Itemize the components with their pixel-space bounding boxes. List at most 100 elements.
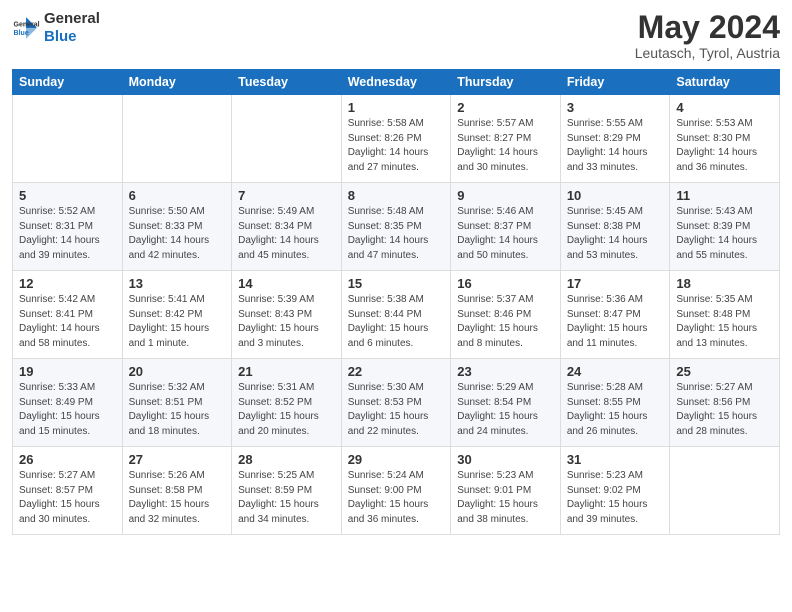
day-info: Sunrise: 5:58 AM Sunset: 8:26 PM Dayligh…	[348, 117, 445, 175]
calendar-cell: 31 Sunrise: 5:23 AM Sunset: 9:02 PM Dayli…	[560, 447, 670, 535]
day-number: 15	[348, 276, 445, 291]
day-number: 21	[238, 364, 335, 379]
day-number: 25	[676, 364, 773, 379]
day-number: 10	[567, 188, 664, 203]
title-block: May 2024 Leutasch, Tyrol, Austria	[635, 10, 780, 61]
day-info: Sunrise: 5:52 AM Sunset: 8:31 PM Dayligh…	[19, 205, 116, 263]
calendar-week-row: 26Sunrise: 5:27 AM Sunset: 8:57 PM Dayli…	[13, 447, 780, 535]
calendar-cell: 2 Sunrise: 5:57 AM Sunset: 8:27 PM Daylig…	[451, 95, 561, 183]
page-container: General Blue General Blue May 2024 Leuta…	[0, 0, 792, 545]
day-info: Sunrise: 5:55 AM Sunset: 8:29 PM Dayligh…	[567, 117, 664, 175]
day-number: 8	[348, 188, 445, 203]
logo: General Blue General Blue	[12, 10, 100, 46]
calendar-cell: 6 Sunrise: 5:50 AM Sunset: 8:33 PM Daylig…	[122, 183, 232, 271]
weekday-header-thursday: Thursday	[451, 70, 561, 95]
day-number: 22	[348, 364, 445, 379]
calendar-cell: 5 Sunrise: 5:52 AM Sunset: 8:31 PM Daylig…	[13, 183, 123, 271]
calendar-cell: 30 Sunrise: 5:23 AM Sunset: 9:01 PM Dayli…	[451, 447, 561, 535]
day-info: Sunrise: 5:35 AM Sunset: 8:48 PM Dayligh…	[676, 293, 773, 351]
calendar-cell	[122, 95, 232, 183]
day-number: 29	[348, 452, 445, 467]
day-number: 31	[567, 452, 664, 467]
calendar-cell: 19Sunrise: 5:33 AM Sunset: 8:49 PM Dayli…	[13, 359, 123, 447]
day-info: Sunrise: 5:33 AM Sunset: 8:49 PM Dayligh…	[19, 381, 116, 439]
svg-text:General: General	[14, 21, 40, 28]
day-info: Sunrise: 5:43 AM Sunset: 8:39 PM Dayligh…	[676, 205, 773, 263]
day-info: Sunrise: 5:42 AM Sunset: 8:41 PM Dayligh…	[19, 293, 116, 351]
calendar-cell: 11 Sunrise: 5:43 AM Sunset: 8:39 PM Dayli…	[670, 183, 780, 271]
calendar-cell: 18 Sunrise: 5:35 AM Sunset: 8:48 PM Dayli…	[670, 271, 780, 359]
day-number: 30	[457, 452, 554, 467]
calendar-cell: 4 Sunrise: 5:53 AM Sunset: 8:30 PM Daylig…	[670, 95, 780, 183]
day-info: Sunrise: 5:45 AM Sunset: 8:38 PM Dayligh…	[567, 205, 664, 263]
calendar-cell: 7Sunrise: 5:49 AM Sunset: 8:34 PM Daylig…	[232, 183, 342, 271]
day-number: 9	[457, 188, 554, 203]
logo-text: General Blue	[44, 10, 100, 46]
day-number: 20	[129, 364, 226, 379]
day-number: 2	[457, 100, 554, 115]
weekday-header-sunday: Sunday	[13, 70, 123, 95]
calendar-week-row: 12 Sunrise: 5:42 AM Sunset: 8:41 PM Dayli…	[13, 271, 780, 359]
day-info: Sunrise: 5:24 AM Sunset: 9:00 PM Dayligh…	[348, 469, 445, 527]
header: General Blue General Blue May 2024 Leuta…	[12, 10, 780, 61]
calendar-cell: 20 Sunrise: 5:32 AM Sunset: 8:51 PM Dayli…	[122, 359, 232, 447]
logo-icon: General Blue	[12, 14, 40, 42]
day-info: Sunrise: 5:46 AM Sunset: 8:37 PM Dayligh…	[457, 205, 554, 263]
calendar-week-row: 19Sunrise: 5:33 AM Sunset: 8:49 PM Dayli…	[13, 359, 780, 447]
day-info: Sunrise: 5:37 AM Sunset: 8:46 PM Dayligh…	[457, 293, 554, 351]
day-number: 17	[567, 276, 664, 291]
day-number: 12	[19, 276, 116, 291]
day-info: Sunrise: 5:50 AM Sunset: 8:33 PM Dayligh…	[129, 205, 226, 263]
weekday-header-wednesday: Wednesday	[341, 70, 451, 95]
day-info: Sunrise: 5:53 AM Sunset: 8:30 PM Dayligh…	[676, 117, 773, 175]
day-info: Sunrise: 5:26 AM Sunset: 8:58 PM Dayligh…	[129, 469, 226, 527]
day-info: Sunrise: 5:29 AM Sunset: 8:54 PM Dayligh…	[457, 381, 554, 439]
day-number: 5	[19, 188, 116, 203]
day-info: Sunrise: 5:48 AM Sunset: 8:35 PM Dayligh…	[348, 205, 445, 263]
calendar-cell: 3 Sunrise: 5:55 AM Sunset: 8:29 PM Daylig…	[560, 95, 670, 183]
svg-text:Blue: Blue	[14, 30, 29, 37]
day-number: 7	[238, 188, 335, 203]
calendar-cell: 23Sunrise: 5:29 AM Sunset: 8:54 PM Dayli…	[451, 359, 561, 447]
day-info: Sunrise: 5:57 AM Sunset: 8:27 PM Dayligh…	[457, 117, 554, 175]
calendar-week-row: 5 Sunrise: 5:52 AM Sunset: 8:31 PM Daylig…	[13, 183, 780, 271]
month-title: May 2024	[635, 10, 780, 45]
calendar-cell: 17Sunrise: 5:36 AM Sunset: 8:47 PM Dayli…	[560, 271, 670, 359]
calendar-cell: 13Sunrise: 5:41 AM Sunset: 8:42 PM Dayli…	[122, 271, 232, 359]
calendar-cell: 22Sunrise: 5:30 AM Sunset: 8:53 PM Dayli…	[341, 359, 451, 447]
calendar-cell: 16Sunrise: 5:37 AM Sunset: 8:46 PM Dayli…	[451, 271, 561, 359]
day-info: Sunrise: 5:23 AM Sunset: 9:02 PM Dayligh…	[567, 469, 664, 527]
day-info: Sunrise: 5:31 AM Sunset: 8:52 PM Dayligh…	[238, 381, 335, 439]
day-number: 14	[238, 276, 335, 291]
day-info: Sunrise: 5:39 AM Sunset: 8:43 PM Dayligh…	[238, 293, 335, 351]
calendar-cell: 8 Sunrise: 5:48 AM Sunset: 8:35 PM Daylig…	[341, 183, 451, 271]
day-info: Sunrise: 5:38 AM Sunset: 8:44 PM Dayligh…	[348, 293, 445, 351]
calendar-cell: 27 Sunrise: 5:26 AM Sunset: 8:58 PM Dayli…	[122, 447, 232, 535]
day-number: 11	[676, 188, 773, 203]
subtitle: Leutasch, Tyrol, Austria	[635, 45, 780, 61]
calendar-cell: 25 Sunrise: 5:27 AM Sunset: 8:56 PM Dayli…	[670, 359, 780, 447]
calendar-cell: 15 Sunrise: 5:38 AM Sunset: 8:44 PM Dayli…	[341, 271, 451, 359]
calendar-cell: 12 Sunrise: 5:42 AM Sunset: 8:41 PM Dayli…	[13, 271, 123, 359]
day-info: Sunrise: 5:25 AM Sunset: 8:59 PM Dayligh…	[238, 469, 335, 527]
day-info: Sunrise: 5:41 AM Sunset: 8:42 PM Dayligh…	[129, 293, 226, 351]
day-number: 28	[238, 452, 335, 467]
calendar-cell: 24Sunrise: 5:28 AM Sunset: 8:55 PM Dayli…	[560, 359, 670, 447]
day-number: 3	[567, 100, 664, 115]
calendar-cell: 1Sunrise: 5:58 AM Sunset: 8:26 PM Daylig…	[341, 95, 451, 183]
day-number: 18	[676, 276, 773, 291]
day-number: 27	[129, 452, 226, 467]
day-info: Sunrise: 5:32 AM Sunset: 8:51 PM Dayligh…	[129, 381, 226, 439]
logo-line1: General	[44, 10, 100, 28]
day-number: 4	[676, 100, 773, 115]
weekday-header-monday: Monday	[122, 70, 232, 95]
day-number: 6	[129, 188, 226, 203]
weekday-header-tuesday: Tuesday	[232, 70, 342, 95]
calendar-week-row: 1Sunrise: 5:58 AM Sunset: 8:26 PM Daylig…	[13, 95, 780, 183]
calendar-cell: 28 Sunrise: 5:25 AM Sunset: 8:59 PM Dayli…	[232, 447, 342, 535]
day-info: Sunrise: 5:23 AM Sunset: 9:01 PM Dayligh…	[457, 469, 554, 527]
logo-line2: Blue	[44, 28, 100, 46]
calendar-table: SundayMondayTuesdayWednesdayThursdayFrid…	[12, 69, 780, 535]
day-info: Sunrise: 5:27 AM Sunset: 8:56 PM Dayligh…	[676, 381, 773, 439]
calendar-cell: 21 Sunrise: 5:31 AM Sunset: 8:52 PM Dayli…	[232, 359, 342, 447]
